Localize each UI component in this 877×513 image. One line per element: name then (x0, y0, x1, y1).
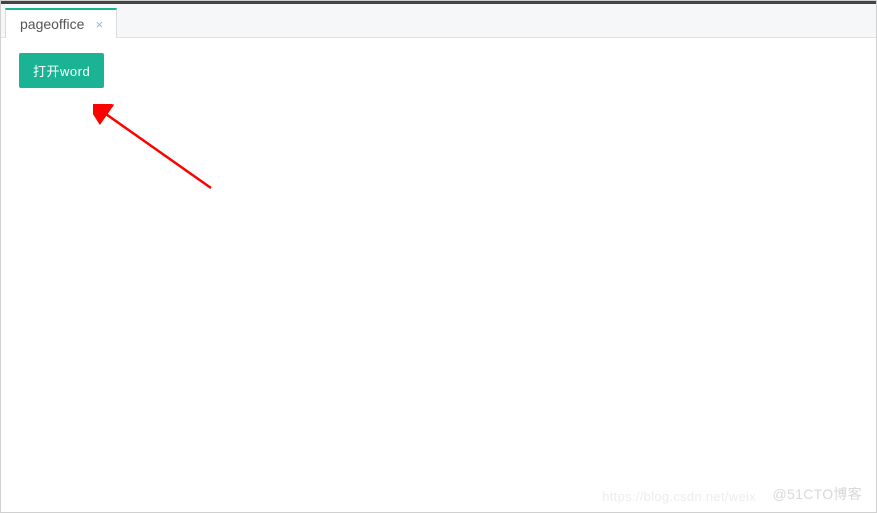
annotation-arrow-icon (93, 104, 233, 204)
watermark-text: @51CTO博客 (773, 484, 862, 504)
close-icon[interactable]: × (92, 17, 106, 31)
content-area: 打开word (1, 38, 876, 512)
watermark-url: https://blog.csdn.net/weix (602, 489, 756, 504)
open-word-button[interactable]: 打开word (19, 53, 104, 88)
tab-bar: pageoffice × (1, 4, 876, 38)
tab-label: pageoffice (20, 16, 84, 32)
tab-pageoffice[interactable]: pageoffice × (5, 8, 117, 38)
